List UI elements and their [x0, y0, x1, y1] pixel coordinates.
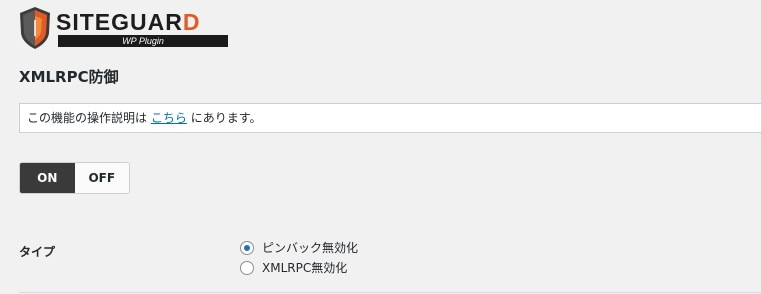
radio-button-xmlrpc[interactable]	[240, 260, 254, 275]
help-link[interactable]: こちら	[151, 111, 187, 125]
toggle-off-button[interactable]: OFF	[74, 163, 129, 193]
type-label: タイプ	[19, 245, 56, 259]
radio-button-pingback[interactable]	[240, 240, 254, 255]
toggle-on-button[interactable]: ON	[20, 163, 75, 193]
page-title: XMLRPC防御	[19, 68, 119, 86]
settings-page: SITEGUARD WP Plugin XMLRPC防御 この機能の操作説明は …	[0, 0, 761, 294]
notice-text-before: この機能の操作説明は	[27, 111, 148, 125]
on-off-toggle: ON OFF	[19, 162, 130, 194]
radio-option-pingback[interactable]: ピンバック無効化	[240, 239, 358, 256]
logo-subtitle: WP Plugin	[58, 35, 228, 47]
radio-option-xmlrpc[interactable]: XMLRPC無効化	[240, 259, 347, 276]
help-notice: この機能の操作説明は こちら にあります。	[19, 103, 761, 133]
radio-label-pingback: ピンバック無効化	[262, 241, 359, 255]
logo-wordmark: SITEGUARD	[56, 9, 201, 35]
section-divider	[19, 292, 761, 293]
notice-text-after: にあります。	[190, 111, 262, 125]
radio-label-xmlrpc: XMLRPC無効化	[262, 261, 348, 275]
shield-logo-icon	[20, 7, 50, 49]
